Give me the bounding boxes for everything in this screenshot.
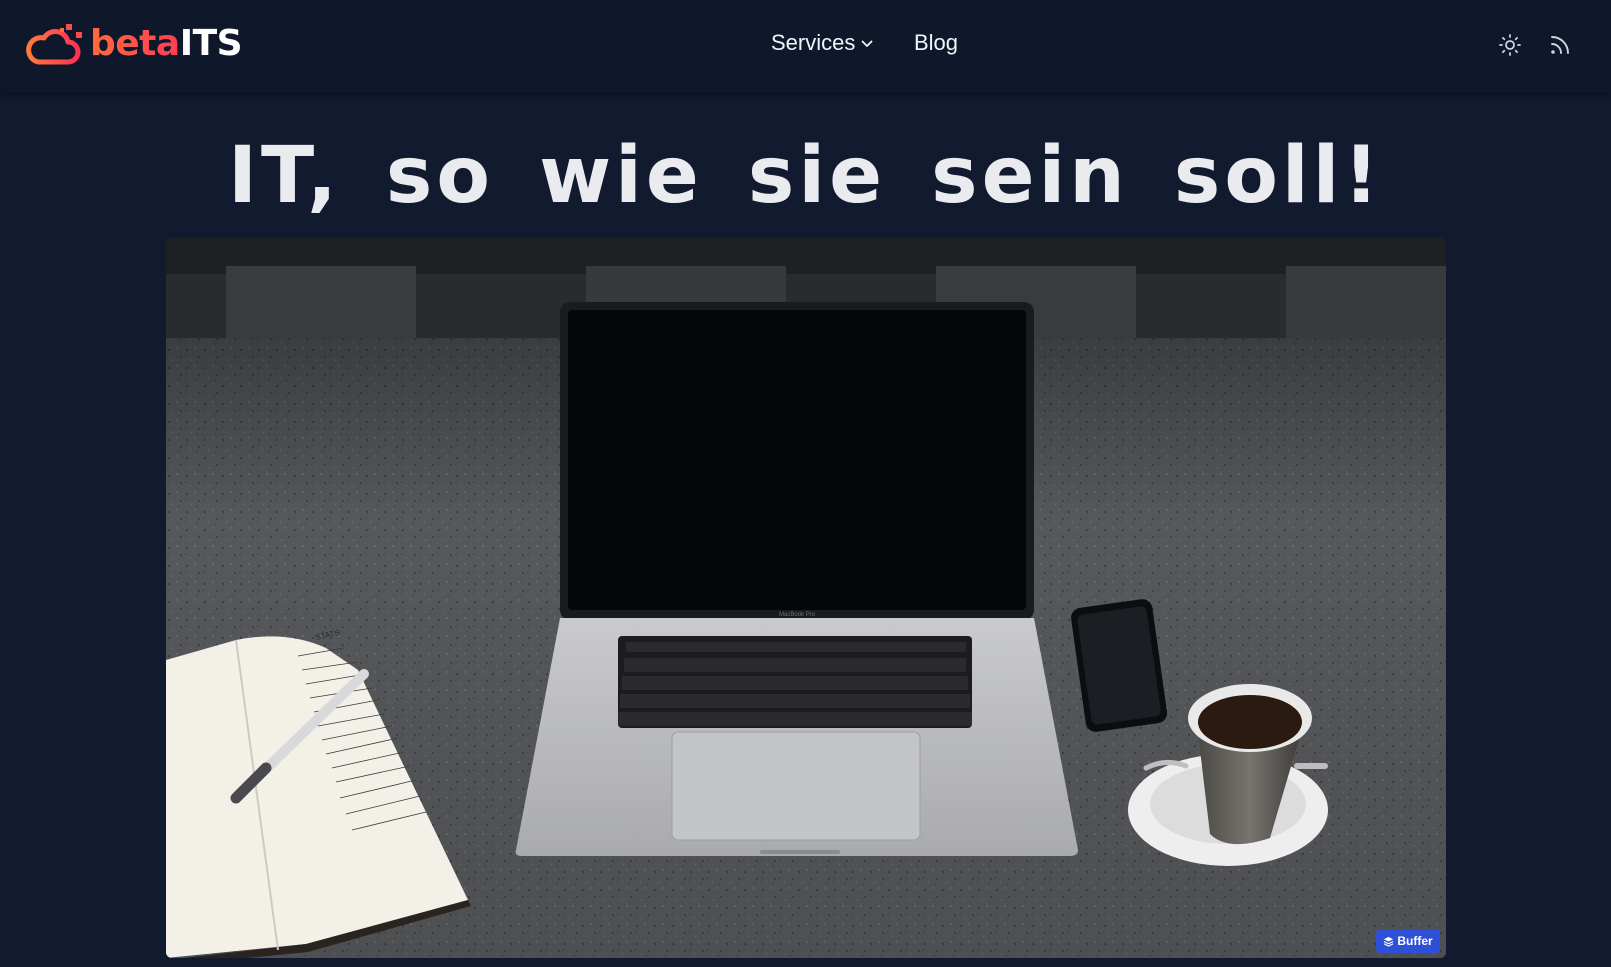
buffer-icon: [1383, 936, 1394, 947]
navbar: betaITS Services Blog: [0, 0, 1611, 92]
sun-icon: [1499, 34, 1521, 56]
laptop-desk-photo: MacBook Pro STATS: [166, 238, 1446, 958]
laptop-model-label: MacBook Pro: [779, 612, 816, 618]
theme-toggle-button[interactable]: [1498, 33, 1522, 57]
nav-blog-label: Blog: [914, 30, 959, 55]
buffer-share-button[interactable]: Buffer: [1376, 929, 1440, 953]
logo-text-its: ITS: [179, 23, 243, 64]
nav-services[interactable]: Services: [771, 30, 873, 56]
site-logo[interactable]: betaITS: [24, 22, 243, 66]
cloud-logo-icon: [26, 24, 82, 65]
nav-blog[interactable]: Blog: [914, 30, 958, 56]
hero-title: IT, so wie sie sein soll!: [228, 131, 1383, 221]
chevron-down-icon: [861, 40, 873, 47]
hero-image: MacBook Pro STATS: [166, 238, 1446, 958]
rss-feed-button[interactable]: [1548, 33, 1572, 57]
rss-icon: [1551, 36, 1569, 54]
nav-services-label: Services: [771, 30, 856, 55]
buffer-label: Buffer: [1397, 934, 1433, 948]
logo-text: betaITS: [90, 22, 243, 66]
logo-text-beta: beta: [90, 23, 180, 64]
